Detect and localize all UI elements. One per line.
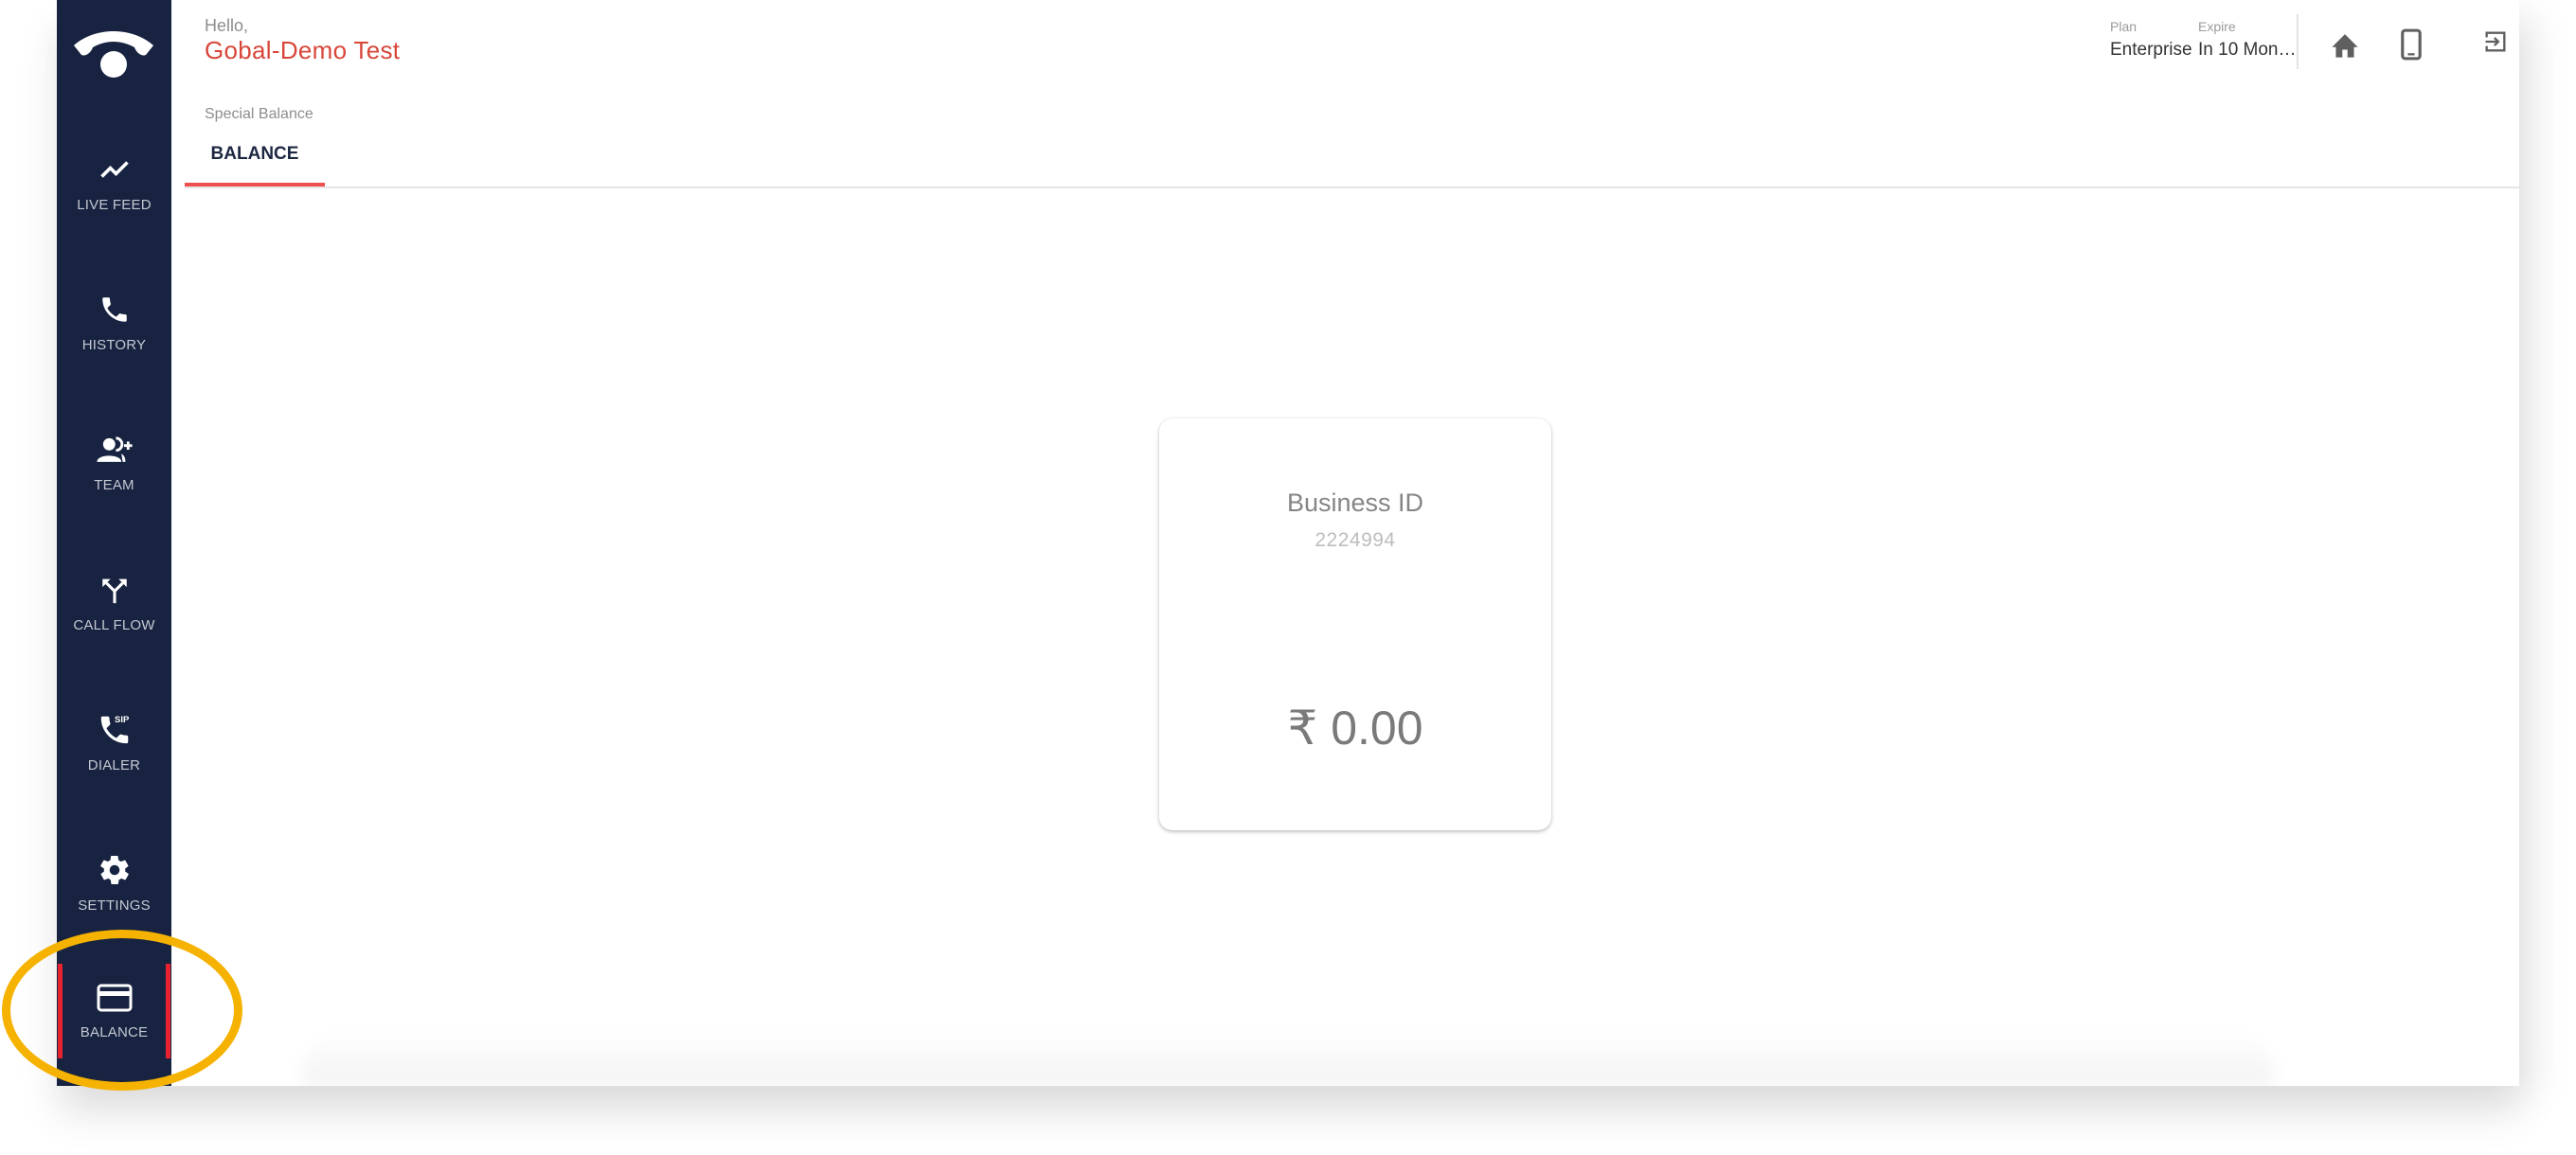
sidebar-item-history[interactable]: HISTORY — [57, 281, 171, 376]
sidebar-item-call-flow[interactable]: CALL FLOW — [57, 561, 171, 656]
plan-info: Plan Enterprise — [2110, 19, 2192, 61]
balance-card: Business ID 2224994 ₹ 0.00 — [1159, 418, 1551, 830]
sidebar-item-settings[interactable]: SETTINGS — [57, 842, 171, 936]
credit-card-icon — [96, 979, 134, 1017]
business-id-label: Business ID — [1286, 489, 1424, 517]
sidebar-item-label: HISTORY — [81, 337, 147, 353]
sidebar-item-label: DIALER — [87, 757, 141, 773]
header-divider — [185, 187, 2519, 188]
group-add-icon — [96, 431, 134, 469]
tab-balance[interactable]: BALANCE — [185, 135, 325, 185]
balance-amount: ₹ 0.00 — [1287, 702, 1423, 755]
username: Gobal-Demo Test — [205, 36, 401, 64]
section-label: Special Balance — [205, 106, 313, 122]
sidebar-item-live-feed[interactable]: LIVE FEED — [57, 141, 171, 236]
sip-badge: SIP — [115, 715, 130, 725]
sidebar: LIVE FEED HISTORY TEAM CALL FLOW SIP DIA… — [57, 0, 171, 1086]
header-vertical-divider — [2297, 14, 2299, 69]
trending-line-icon — [96, 151, 134, 188]
logout-icon[interactable] — [2475, 21, 2516, 62]
sidebar-item-balance[interactable]: BALANCE — [57, 964, 171, 1058]
home-icon[interactable] — [2324, 24, 2366, 65]
sip-phone-icon: SIP — [96, 711, 134, 749]
sidebar-item-dialer[interactable]: SIP DIALER — [57, 702, 171, 796]
logo-icon[interactable] — [66, 28, 161, 85]
sidebar-item-team[interactable]: TEAM — [57, 421, 171, 516]
mobile-icon[interactable] — [2390, 24, 2432, 65]
plan-value: Enterprise — [2110, 40, 2192, 60]
expire-label: Expire — [2198, 19, 2236, 34]
gear-icon — [96, 851, 134, 889]
call-split-icon — [96, 571, 134, 609]
phone-icon — [96, 291, 134, 329]
sidebar-item-label: SETTINGS — [78, 897, 151, 914]
app-window: LIVE FEED HISTORY TEAM CALL FLOW SIP DIA… — [57, 0, 2519, 1086]
plan-label: Plan — [2110, 19, 2138, 34]
sidebar-item-label: LIVE FEED — [77, 197, 152, 213]
bottom-shadow — [303, 1032, 2273, 1086]
expire-info: Expire In 10 Months — [2198, 19, 2297, 61]
greeting: Hello, — [205, 16, 249, 35]
business-id-value: 2224994 — [1315, 529, 1396, 551]
sidebar-item-label: CALL FLOW — [73, 617, 155, 633]
expire-value: In 10 Months — [2198, 40, 2297, 60]
sidebar-item-label: BALANCE — [80, 1024, 149, 1040]
sidebar-item-label: TEAM — [94, 477, 134, 493]
